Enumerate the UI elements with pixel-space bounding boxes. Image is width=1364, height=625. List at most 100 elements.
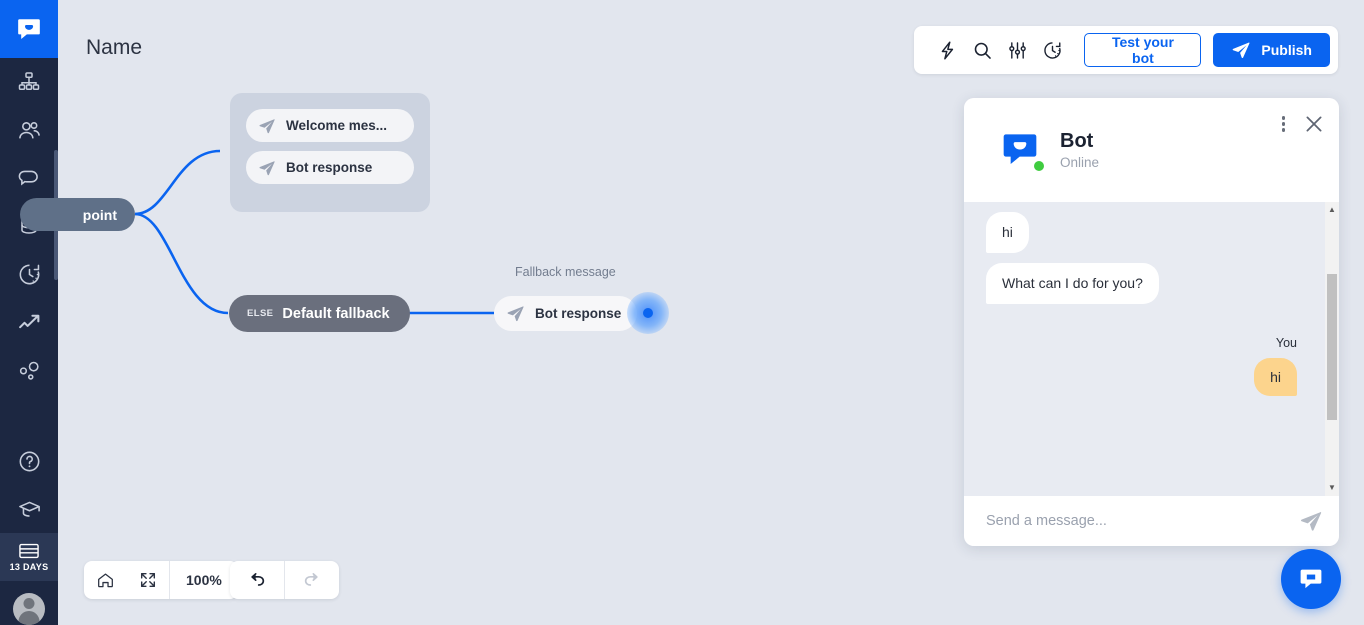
message-row-you: hi bbox=[986, 358, 1325, 396]
close-icon bbox=[1303, 113, 1325, 135]
message-row-bot: hi bbox=[986, 212, 1325, 263]
chat-bubble-you: hi bbox=[1254, 358, 1297, 396]
flow-chip-welcome-message[interactable]: Welcome mes... bbox=[246, 109, 414, 142]
user-avatar[interactable] bbox=[13, 593, 45, 625]
kebab-dot bbox=[1282, 122, 1286, 126]
flow-chip-bot-response[interactable]: Bot response bbox=[246, 151, 414, 184]
sidebar-item-help[interactable] bbox=[0, 437, 58, 485]
send-icon bbox=[258, 117, 276, 135]
sidebar-item-analytics[interactable] bbox=[0, 298, 58, 346]
kebab-dot bbox=[1282, 116, 1286, 120]
flow-chip-fallback-bot-response[interactable]: Bot response bbox=[494, 296, 637, 331]
zoom-level[interactable]: 100% bbox=[170, 561, 238, 599]
history-toolbar bbox=[230, 561, 339, 599]
chat-messages[interactable]: hi What can I do for you? You hi This me… bbox=[964, 202, 1339, 496]
message-row-bot: What can I do for you? bbox=[986, 263, 1325, 314]
chat-logo-icon bbox=[16, 16, 42, 42]
flow-chip-label: Bot response bbox=[286, 160, 372, 175]
message-input[interactable] bbox=[986, 513, 1299, 529]
clock-history-icon bbox=[17, 262, 42, 287]
kebab-dot bbox=[1282, 128, 1286, 132]
settings-button[interactable] bbox=[1000, 31, 1035, 69]
scroll-up-arrow[interactable]: ▲ bbox=[1328, 202, 1336, 218]
send-icon bbox=[1231, 40, 1251, 60]
flow-node-entry-point[interactable]: point bbox=[20, 198, 135, 231]
online-status-dot bbox=[1034, 161, 1044, 171]
question-circle-icon bbox=[17, 449, 42, 474]
app-logo[interactable] bbox=[0, 0, 58, 58]
sitemap-icon bbox=[17, 70, 41, 94]
trial-badge[interactable]: 13 DAYS bbox=[0, 533, 58, 581]
redo-icon bbox=[302, 570, 322, 590]
bot-identity: Bot Online bbox=[1060, 130, 1099, 170]
bot-avatar bbox=[1000, 130, 1040, 170]
chat-scrollbar[interactable]: ▲ ▼ bbox=[1325, 202, 1339, 496]
scroll-down-arrow[interactable]: ▼ bbox=[1328, 480, 1336, 496]
entry-point-label: point bbox=[83, 207, 117, 223]
page-title: Name bbox=[86, 36, 142, 60]
chat-input-bar bbox=[964, 496, 1339, 546]
automations-button[interactable] bbox=[930, 31, 965, 69]
left-sidebar: 13 DAYS bbox=[0, 0, 58, 625]
send-message-button[interactable] bbox=[1299, 509, 1323, 533]
port-dot bbox=[643, 308, 653, 318]
version-history-button[interactable] bbox=[1035, 31, 1070, 69]
top-toolbar: Test your bot Publish bbox=[914, 26, 1338, 74]
fit-screen-button[interactable] bbox=[127, 561, 169, 599]
sliders-icon bbox=[1007, 40, 1028, 61]
chat-launcher-button[interactable] bbox=[1281, 549, 1341, 609]
fallback-node-label: Default fallback bbox=[282, 306, 389, 322]
publish-label: Publish bbox=[1261, 42, 1312, 58]
home-button[interactable] bbox=[84, 561, 127, 599]
close-button[interactable] bbox=[1303, 113, 1325, 135]
speech-cloud-icon bbox=[17, 166, 42, 191]
redo-button[interactable] bbox=[285, 561, 339, 599]
flow-node-group-welcome[interactable]: Welcome mes... Bot response bbox=[230, 93, 430, 212]
chat-bubble-bot: hi bbox=[986, 212, 1029, 253]
send-icon bbox=[258, 159, 276, 177]
nodes-icon bbox=[17, 358, 42, 383]
graduation-cap-icon bbox=[17, 497, 42, 522]
app-root: 13 DAYS Name point Welcome mes bbox=[0, 0, 1364, 625]
test-your-bot-button[interactable]: Test your bot bbox=[1084, 33, 1201, 67]
scrollbar-thumb[interactable] bbox=[1327, 274, 1337, 420]
search-icon bbox=[972, 40, 993, 61]
bot-status: Online bbox=[1060, 155, 1099, 170]
sidebar-item-users[interactable] bbox=[0, 106, 58, 154]
flow-output-port[interactable] bbox=[627, 292, 669, 334]
chat-header-actions bbox=[1278, 110, 1326, 138]
fit-screen-icon bbox=[139, 571, 157, 589]
trending-up-icon bbox=[17, 310, 42, 335]
flow-node-default-fallback[interactable]: ELSE Default fallback bbox=[229, 295, 410, 332]
send-icon bbox=[506, 304, 525, 323]
chat-bubble-bot: What can I do for you? bbox=[986, 263, 1159, 304]
lightning-bolt-icon bbox=[937, 40, 958, 61]
flow-chip-label: Bot response bbox=[535, 306, 621, 321]
home-icon bbox=[96, 571, 115, 590]
trial-label: 13 DAYS bbox=[10, 562, 49, 572]
chat-preview-widget: Bot Online hi What bbox=[964, 98, 1339, 546]
send-icon bbox=[1299, 509, 1323, 533]
users-icon bbox=[17, 118, 42, 143]
sidebar-item-chats[interactable] bbox=[0, 154, 58, 202]
chat-bubble-icon bbox=[1297, 565, 1325, 593]
else-tag: ELSE bbox=[247, 308, 273, 319]
zoom-toolbar: 100% bbox=[84, 561, 238, 599]
chat-header: Bot Online bbox=[964, 98, 1339, 202]
flow-chip-label: Welcome mes... bbox=[286, 118, 387, 133]
message-author-row: You bbox=[986, 336, 1325, 356]
undo-button[interactable] bbox=[230, 561, 284, 599]
search-button[interactable] bbox=[965, 31, 1000, 69]
sidebar-item-integrations[interactable] bbox=[0, 346, 58, 394]
clock-history-icon bbox=[1042, 40, 1063, 61]
edge-label-fallback-message: Fallback message bbox=[515, 265, 616, 279]
bot-name: Bot bbox=[1060, 130, 1099, 153]
publish-button[interactable]: Publish bbox=[1213, 33, 1330, 67]
sidebar-item-history[interactable] bbox=[0, 250, 58, 298]
credit-card-icon bbox=[18, 543, 40, 559]
sidebar-item-academy[interactable] bbox=[0, 485, 58, 533]
kebab-menu-icon[interactable] bbox=[1278, 110, 1290, 138]
sidebar-item-flows[interactable] bbox=[0, 58, 58, 106]
message-author-label: You bbox=[1276, 336, 1297, 350]
undo-icon bbox=[247, 570, 267, 590]
